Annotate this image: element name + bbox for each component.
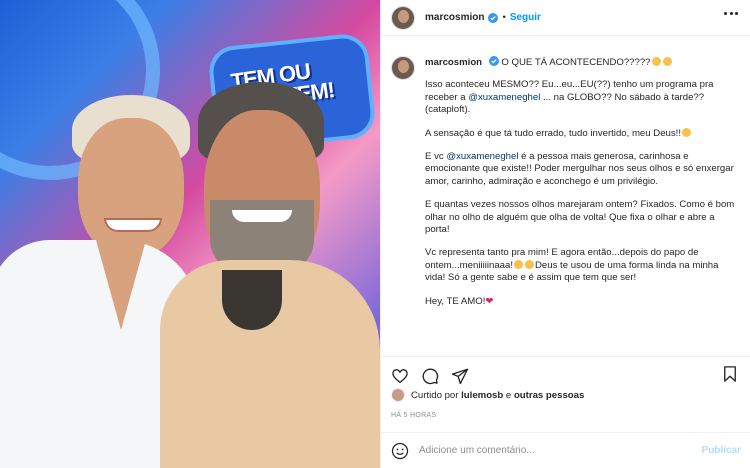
caption-paragraph: Hey, TE AMO!❤ <box>425 296 741 308</box>
red-heart-icon: ❤ <box>485 295 494 307</box>
post-timestamp[interactable]: HÁ 5 HORAS <box>391 412 436 419</box>
more-options-icon[interactable] <box>724 12 738 16</box>
comment-icon[interactable] <box>421 367 439 385</box>
caption-paragraph: Isso aconteceu MESMO?? Eu...eu...EU(??) … <box>425 79 741 116</box>
caption-area: marcosmion O QUE TÁ ACONTECENDO????? Iss… <box>381 46 750 346</box>
crying-emoji-icon <box>525 259 534 269</box>
post-header: marcosmion • Seguir <box>381 0 750 36</box>
caption-avatar[interactable] <box>391 56 415 80</box>
caption-paragraph: A sensação é que tá tudo errado, tudo in… <box>425 127 741 140</box>
caption-row: marcosmion O QUE TÁ ACONTECENDO????? Iss… <box>391 56 741 319</box>
liker-avatar[interactable] <box>391 388 405 402</box>
post-photo[interactable]: TEM OU NÃO TEM! <box>0 0 380 468</box>
add-comment-bar: Publicar <box>381 432 750 468</box>
likes-prefix: Curtido por <box>411 389 459 401</box>
caption-first-line: marcosmion O QUE TÁ ACONTECENDO????? <box>425 56 741 69</box>
likes-summary: Curtido por lulemosb e outras pessoas <box>391 388 584 402</box>
crying-emoji-icon <box>514 259 523 269</box>
caption-text-fragment: A sensação é que tá tudo errado, tudo in… <box>425 127 681 139</box>
header-username[interactable]: marcosmion <box>425 12 484 23</box>
likes-suffix: e <box>503 389 514 401</box>
caption-paragraph: E vc @xuxameneghel é a pessoa mais gener… <box>425 151 741 188</box>
avatar[interactable] <box>391 5 415 30</box>
caption-username[interactable]: marcosmion <box>425 57 482 68</box>
comment-input[interactable] <box>419 445 702 456</box>
mention-link[interactable]: @xuxamenеghel <box>468 92 540 103</box>
mention-link[interactable]: @xuxameneghel <box>446 151 518 162</box>
verified-badge-icon <box>488 12 499 23</box>
caption-text: marcosmion O QUE TÁ ACONTECENDO????? Iss… <box>425 56 741 319</box>
verified-badge-icon <box>488 56 499 66</box>
shocked-emoji-icon <box>651 57 661 66</box>
likes-others-link[interactable]: outras pessoas <box>514 390 584 401</box>
emoji-smiley-icon[interactable] <box>391 442 409 460</box>
instagram-post: TEM OU NÃO TEM! marcosmion • <box>0 0 750 468</box>
caption-paragraph: E quantas vezes nossos olhos marejaram o… <box>425 199 741 236</box>
caption-paragraph: Vc representa tanto pra mim! E agora ent… <box>425 247 741 284</box>
post-actions <box>381 356 750 386</box>
follow-button[interactable]: Seguir <box>510 12 541 23</box>
separator-dot: • <box>502 12 506 23</box>
save-bookmark-icon[interactable] <box>721 365 739 383</box>
post-side-panel: marcosmion • Seguir marcosmion O QUE TÁ … <box>380 0 750 468</box>
caption-headline: O QUE TÁ ACONTECENDO????? <box>501 57 651 68</box>
caption-text-fragment: E quantas vezes nossos olhos marejaram o… <box>425 199 735 236</box>
person-right <box>160 0 380 468</box>
shocked-emoji-icon <box>662 57 672 66</box>
share-icon[interactable] <box>451 367 469 385</box>
caption-text-fragment: E vc <box>425 151 447 163</box>
like-heart-icon[interactable] <box>391 367 409 385</box>
publish-button[interactable]: Publicar <box>702 445 741 456</box>
liker-username[interactable]: lulemosb <box>461 390 503 401</box>
caption-text-fragment: Hey, TE AMO! <box>425 295 486 307</box>
screaming-emoji-icon <box>682 127 691 137</box>
